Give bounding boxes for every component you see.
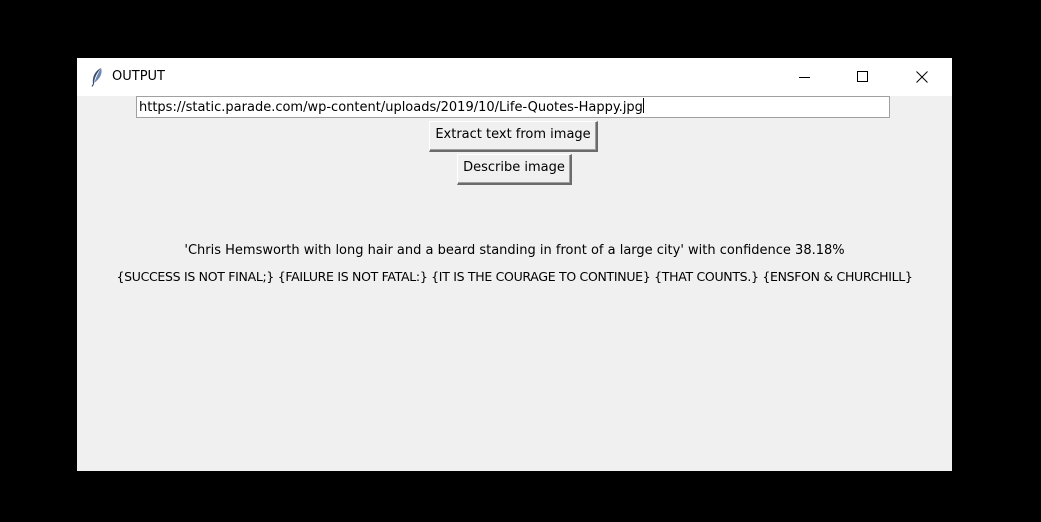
close-icon xyxy=(916,68,928,87)
text-caret xyxy=(642,98,644,113)
extracted-text-label: {SUCCESS IS NOT FINAL;} {FAILURE IS NOT … xyxy=(116,269,913,284)
close-button[interactable] xyxy=(899,58,945,96)
title-bar[interactable]: OUTPUT xyxy=(77,58,952,96)
maximize-icon xyxy=(857,68,869,87)
url-input-value: https://static.parade.com/wp-content/upl… xyxy=(139,100,643,115)
extract-text-button[interactable]: Extract text from image xyxy=(429,121,598,152)
feather-icon xyxy=(89,67,105,87)
minimize-icon xyxy=(799,68,811,87)
app-window: OUTPUT https://static.parade.com/wp-cont… xyxy=(77,58,952,471)
window-title: OUTPUT xyxy=(112,69,165,84)
describe-image-button[interactable]: Describe image xyxy=(457,154,572,185)
maximize-button[interactable] xyxy=(840,58,886,96)
url-input[interactable]: https://static.parade.com/wp-content/upl… xyxy=(136,96,890,118)
image-caption-label: 'Chris Hemsworth with long hair and a be… xyxy=(184,243,845,258)
minimize-button[interactable] xyxy=(782,58,828,96)
